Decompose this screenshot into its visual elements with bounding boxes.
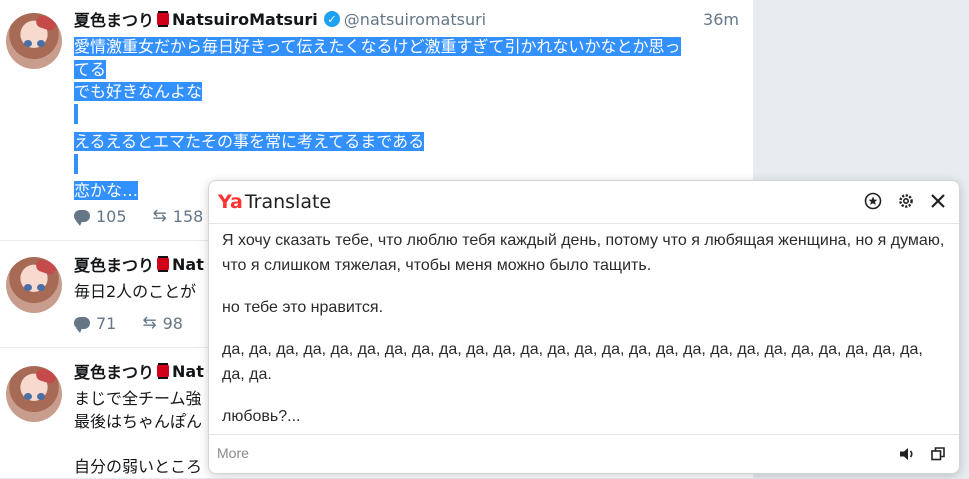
translation-paragraph: да, да, да, да, да, да, да, да, да, да, … <box>222 341 923 383</box>
retweet-count: 158 <box>172 206 204 226</box>
logo-translate: Translate <box>244 191 332 213</box>
tweet-line-empty <box>74 153 78 174</box>
reply-icon <box>74 317 90 333</box>
reply-button[interactable]: 71 <box>74 314 116 333</box>
gear-icon[interactable] <box>895 190 917 212</box>
display-name[interactable]: 夏色まつり <box>74 252 154 276</box>
reply-count: 105 <box>96 206 127 226</box>
tweet-actions: 71 ⇆ 98 <box>74 313 209 333</box>
translation-paragraph: но тебе это нравится. <box>222 299 384 316</box>
avatar[interactable] <box>6 257 62 313</box>
tweet-line: 愛情激重女だから毎日好きって伝えたくなるけど激重すぎて引かれないかなとか思っ <box>74 37 681 56</box>
retweet-button[interactable]: ⇆ 98 <box>142 313 183 333</box>
close-icon[interactable] <box>927 190 949 212</box>
display-name[interactable]: 夏色まつり <box>74 359 154 383</box>
retweet-count: 98 <box>162 313 183 333</box>
avatar[interactable] <box>6 13 62 69</box>
tweet-header: 夏色まつり Nat <box>74 252 204 276</box>
star-icon[interactable] <box>862 190 884 212</box>
username[interactable]: NatsuiroMatsuri <box>172 10 318 29</box>
avatar[interactable] <box>6 366 62 422</box>
retweet-icon: ⇆ <box>152 206 167 226</box>
retweet-icon: ⇆ <box>142 313 157 333</box>
tweet-line-empty <box>74 104 78 125</box>
lantern-icon <box>157 256 170 272</box>
lantern-icon <box>157 11 170 27</box>
tweet-line: てる <box>74 59 107 79</box>
reply-button[interactable]: 105 <box>74 207 127 226</box>
handle[interactable]: @natsuiromatsuri <box>344 10 486 29</box>
username[interactable]: Nat <box>172 362 204 381</box>
copy-icon[interactable] <box>927 443 949 465</box>
translation-paragraph: любовь?... <box>222 408 301 425</box>
translate-logo[interactable]: Ya Translate <box>218 191 331 213</box>
speaker-icon[interactable] <box>896 443 918 465</box>
retweet-button[interactable]: ⇆ 158 <box>153 206 204 226</box>
tweet-line: 恋かな… <box>74 181 139 201</box>
display-name[interactable]: 夏色まつり <box>74 7 154 31</box>
logo-ya: Ya <box>218 191 243 213</box>
tweet-header: 夏色まつり NatsuiroMatsuri ✓ @natsuiromatsuri <box>74 7 486 31</box>
lantern-icon <box>157 363 170 379</box>
timestamp[interactable]: 36m <box>703 10 739 29</box>
reply-icon <box>74 210 90 226</box>
reply-count: 71 <box>96 313 117 333</box>
verified-icon: ✓ <box>323 11 340 27</box>
more-link[interactable]: More <box>217 445 249 461</box>
tweet-header: 夏色まつり Nat <box>74 359 204 383</box>
tweet-line: でも好きなんよな <box>74 82 203 102</box>
popup-footer: More <box>209 434 959 473</box>
tweet-line: えるえるとエマたその事を常に考えてるまである <box>74 131 425 151</box>
translation-paragraph: Я хочу сказать тебе, что люблю тебя кажд… <box>222 232 945 274</box>
tweet-text: 愛情激重女だから毎日好きって伝えたくなるけど激重すぎて引かれないかなとか思っ て… <box>74 36 744 203</box>
tweet-actions: 105 ⇆ 158 <box>74 206 229 226</box>
translate-popup: Ya Translate Я хочу сказать тебе, что лю… <box>208 180 960 474</box>
username[interactable]: Nat <box>172 255 204 274</box>
translation-text: Я хочу сказать тебе, что люблю тебя кажд… <box>222 228 947 446</box>
popup-header: Ya Translate <box>209 181 959 224</box>
